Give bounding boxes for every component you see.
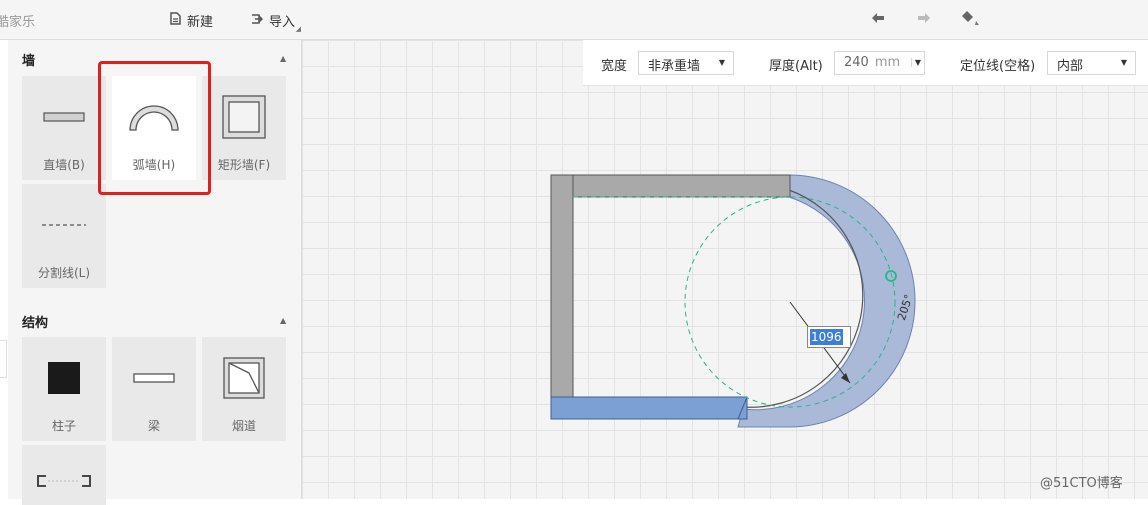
new-button-label: 新建 bbox=[187, 15, 214, 30]
rect-wall-tile[interactable]: 矩形墙(F) bbox=[202, 76, 286, 180]
tile-label: 梁 bbox=[147, 419, 160, 433]
floorplan-drawing bbox=[550, 174, 916, 428]
radius-input[interactable]: 1096 bbox=[807, 326, 851, 348]
undo-icon bbox=[871, 10, 885, 28]
tile-label: 弧墙(H) bbox=[132, 158, 176, 172]
radius-value: 1096 bbox=[810, 329, 843, 345]
straight-wall-tile[interactable]: 直墙(B) bbox=[22, 76, 106, 180]
undo-button[interactable] bbox=[871, 10, 885, 28]
column-icon bbox=[22, 353, 106, 403]
new-button[interactable]: 新建 bbox=[170, 11, 213, 30]
collapse-icon[interactable]: ▲ bbox=[280, 54, 286, 63]
thickness-unit: mm bbox=[874, 55, 901, 70]
app-brand: 酷家乐 bbox=[0, 15, 36, 30]
redo-button[interactable] bbox=[917, 10, 931, 28]
divider-line-tile[interactable]: 分割线(L) bbox=[22, 184, 106, 288]
import-icon bbox=[250, 12, 264, 29]
component-sidebar: 墙 ▲ 直墙(B) 弧墙(H) 矩形墙(F) 分割线(L) 结构 ▲ 柱子 梁 … bbox=[8, 40, 302, 505]
opening-tile[interactable] bbox=[22, 445, 106, 505]
tile-label: 矩形墙(F) bbox=[217, 158, 271, 172]
collapse-icon[interactable]: ▲ bbox=[280, 316, 286, 325]
beam-icon bbox=[112, 353, 196, 403]
flue-tile[interactable]: 烟道 bbox=[202, 337, 286, 441]
eraser-button[interactable] bbox=[961, 10, 979, 30]
chevron-down-icon: ▼ bbox=[1120, 58, 1127, 67]
arc-wall-tile[interactable]: 弧墙(H) bbox=[112, 76, 196, 180]
sidebar-edge-tab[interactable] bbox=[0, 340, 7, 378]
import-dropdown-icon: ◢ bbox=[295, 25, 302, 33]
dashed-line-icon bbox=[22, 200, 106, 250]
chevron-down-icon: ▼ bbox=[718, 58, 725, 67]
tile-label: 烟道 bbox=[231, 419, 256, 433]
bottom-wall-selected bbox=[550, 396, 748, 420]
thickness-label: 厚度(Alt) bbox=[769, 59, 823, 74]
position-value: 内部 bbox=[1057, 59, 1084, 74]
redo-icon bbox=[917, 10, 931, 28]
eraser-icon bbox=[961, 11, 979, 30]
left-wall bbox=[550, 174, 574, 398]
tile-label: 柱子 bbox=[51, 419, 76, 433]
chevron-down-icon: ▼ bbox=[910, 58, 921, 67]
wall-type-value: 非承重墙 bbox=[648, 59, 701, 74]
import-button-label: 导入 bbox=[269, 15, 296, 30]
wall-type-select[interactable]: 非承重墙 ▼ bbox=[638, 51, 734, 75]
width-label: 宽度 bbox=[601, 59, 628, 74]
beam-tile[interactable]: 梁 bbox=[112, 337, 196, 441]
rect-wall-icon bbox=[202, 92, 286, 142]
top-wall bbox=[550, 174, 791, 198]
top-toolbar: 酷家乐 新建 导入 ◢ bbox=[0, 0, 1148, 40]
straight-wall-icon bbox=[22, 92, 106, 142]
position-select[interactable]: 内部 ▼ bbox=[1047, 51, 1136, 75]
watermark: @51CTO博客 bbox=[1040, 476, 1123, 491]
position-label: 定位线(空格) bbox=[960, 59, 1036, 74]
column-tile[interactable]: 柱子 bbox=[22, 337, 106, 441]
import-button[interactable]: 导入 ◢ bbox=[250, 11, 301, 33]
document-icon bbox=[170, 12, 181, 29]
arc-wall-icon bbox=[112, 92, 196, 142]
thickness-input[interactable]: 240 mm ▼ bbox=[834, 51, 925, 75]
drawing-canvas[interactable]: 1096 205° bbox=[302, 40, 1148, 499]
wall-property-bar: 宽度 非承重墙 ▼ 厚度(Alt) 240 mm ▼ 定位线(空格) 内部 ▼ bbox=[583, 40, 1148, 86]
opening-icon bbox=[22, 471, 106, 491]
wall-section-title: 墙 bbox=[22, 54, 36, 69]
tile-label: 分割线(L) bbox=[37, 266, 91, 280]
flue-icon bbox=[202, 353, 286, 403]
tile-label: 直墙(B) bbox=[43, 158, 85, 172]
structure-section-title: 结构 bbox=[22, 316, 49, 331]
thickness-value: 240 bbox=[844, 55, 869, 70]
